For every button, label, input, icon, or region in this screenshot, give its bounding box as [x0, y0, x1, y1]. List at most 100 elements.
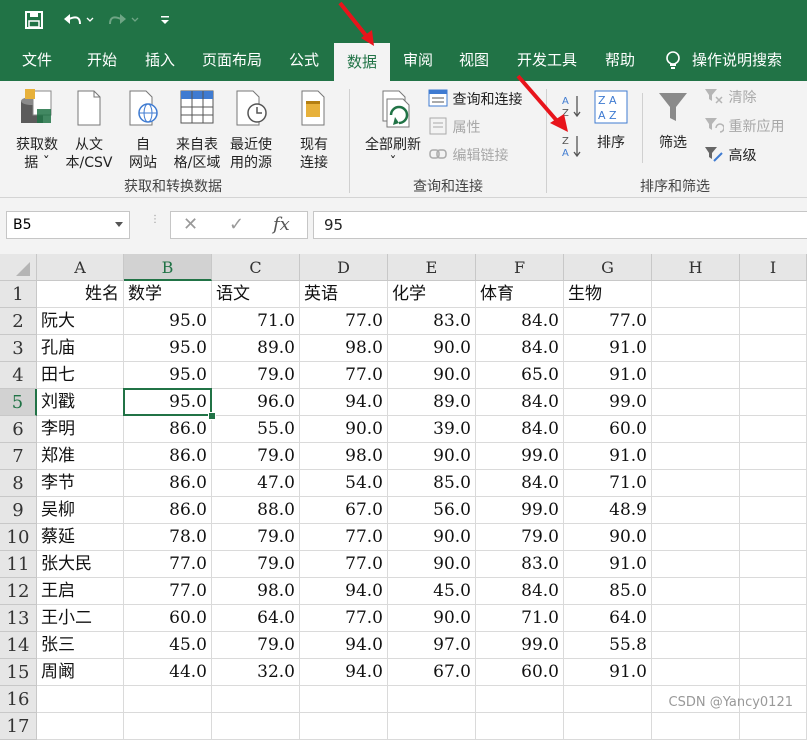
cell[interactable] — [652, 335, 740, 362]
cell[interactable] — [740, 281, 807, 308]
redo-icon[interactable] — [106, 10, 140, 34]
score-cell[interactable]: 84.0 — [476, 470, 564, 497]
name-cell[interactable]: 王小二 — [37, 605, 124, 632]
score-cell[interactable]: 91.0 — [564, 551, 652, 578]
score-cell[interactable]: 32.0 — [212, 659, 300, 686]
score-cell[interactable]: 65.0 — [476, 362, 564, 389]
cell[interactable] — [740, 443, 807, 470]
tab-file[interactable]: 文件 — [8, 40, 66, 81]
name-cell[interactable]: 张三 — [37, 632, 124, 659]
select-all-button[interactable] — [0, 254, 37, 281]
tab-data[interactable]: 数据 — [334, 43, 390, 81]
enter-icon[interactable]: ✓ — [229, 214, 244, 235]
row-header-12[interactable]: 12 — [0, 578, 37, 605]
score-cell[interactable]: 77.0 — [124, 551, 212, 578]
score-cell[interactable]: 91.0 — [564, 335, 652, 362]
score-cell[interactable]: 71.0 — [476, 605, 564, 632]
score-cell[interactable]: 54.0 — [300, 470, 388, 497]
score-cell[interactable]: 98.0 — [212, 578, 300, 605]
row-header-9[interactable]: 9 — [0, 497, 37, 524]
name-cell[interactable]: 张大民 — [37, 551, 124, 578]
filter-button[interactable]: 筛选 — [650, 89, 696, 152]
header-cell[interactable]: 数学 — [124, 281, 212, 308]
reapply-button[interactable]: 重新应用 — [704, 116, 784, 138]
score-cell[interactable]: 45.0 — [124, 632, 212, 659]
score-cell[interactable]: 86.0 — [124, 416, 212, 443]
insert-function-icon[interactable]: fx — [273, 214, 290, 235]
cell[interactable] — [652, 659, 740, 686]
score-cell[interactable]: 55.0 — [212, 416, 300, 443]
row-header-16[interactable]: 16 — [0, 686, 37, 713]
score-cell[interactable]: 77.0 — [300, 362, 388, 389]
undo-icon[interactable] — [60, 10, 94, 34]
cell[interactable] — [388, 686, 476, 713]
from-table-button[interactable]: 来自表 格/区域 — [170, 87, 224, 172]
cell[interactable] — [652, 362, 740, 389]
score-cell[interactable]: 77.0 — [300, 308, 388, 335]
header-cell[interactable]: 化学 — [388, 281, 476, 308]
column-header-d[interactable]: D — [300, 254, 388, 281]
name-cell[interactable]: 刘戳 — [37, 389, 124, 416]
score-cell[interactable]: 77.0 — [300, 605, 388, 632]
cell[interactable] — [740, 389, 807, 416]
score-cell[interactable]: 79.0 — [212, 524, 300, 551]
from-web-button[interactable]: 自 网站 — [122, 87, 164, 172]
score-cell[interactable]: 86.0 — [124, 497, 212, 524]
cell[interactable] — [564, 713, 652, 740]
score-cell[interactable]: 95.0 — [124, 335, 212, 362]
row-header-10[interactable]: 10 — [0, 524, 37, 551]
score-cell[interactable]: 60.0 — [124, 605, 212, 632]
cell[interactable] — [652, 632, 740, 659]
score-cell[interactable]: 89.0 — [388, 389, 476, 416]
score-cell[interactable]: 94.0 — [300, 632, 388, 659]
column-header-g[interactable]: G — [564, 254, 652, 281]
score-cell[interactable]: 97.0 — [388, 632, 476, 659]
name-box[interactable]: B5 — [6, 211, 130, 239]
score-cell[interactable]: 79.0 — [212, 443, 300, 470]
cell[interactable] — [652, 470, 740, 497]
score-cell[interactable]: 79.0 — [212, 551, 300, 578]
header-cell[interactable]: 英语 — [300, 281, 388, 308]
get-data-button[interactable]: 获取数 据 ˇ — [6, 87, 68, 172]
column-header-i[interactable]: I — [740, 254, 807, 281]
name-cell[interactable]: 郑准 — [37, 443, 124, 470]
existing-connections-button[interactable]: 现有 连接 — [290, 87, 338, 172]
score-cell[interactable]: 88.0 — [212, 497, 300, 524]
tell-me-search[interactable]: 操作说明搜索 — [692, 40, 796, 81]
cell[interactable] — [652, 605, 740, 632]
cell[interactable] — [740, 524, 807, 551]
cell[interactable] — [740, 335, 807, 362]
cell[interactable] — [37, 686, 124, 713]
tab-insert[interactable]: 插入 — [136, 40, 184, 81]
cancel-icon[interactable]: ✕ — [183, 214, 198, 235]
row-header-17[interactable]: 17 — [0, 713, 37, 740]
score-cell[interactable]: 91.0 — [564, 443, 652, 470]
tab-page-layout[interactable]: 页面布局 — [192, 40, 272, 81]
score-cell[interactable]: 60.0 — [564, 416, 652, 443]
refresh-all-button[interactable]: 全部刷新 ˇ — [358, 87, 428, 172]
clear-filter-button[interactable]: 清除 — [704, 87, 756, 109]
column-header-e[interactable]: E — [388, 254, 476, 281]
cell[interactable] — [564, 686, 652, 713]
score-cell[interactable]: 71.0 — [564, 470, 652, 497]
row-header-7[interactable]: 7 — [0, 443, 37, 470]
score-cell[interactable]: 45.0 — [388, 578, 476, 605]
header-cell[interactable]: 体育 — [476, 281, 564, 308]
cell[interactable] — [124, 686, 212, 713]
name-cell[interactable]: 吴柳 — [37, 497, 124, 524]
cell[interactable] — [740, 551, 807, 578]
fill-handle[interactable] — [208, 412, 216, 420]
edit-links-button[interactable]: 编辑链接 — [428, 145, 508, 167]
score-cell[interactable]: 99.0 — [476, 497, 564, 524]
score-cell[interactable]: 48.9 — [564, 497, 652, 524]
cell[interactable] — [652, 416, 740, 443]
score-cell[interactable]: 78.0 — [124, 524, 212, 551]
cell[interactable] — [124, 713, 212, 740]
advanced-filter-button[interactable]: 高级 — [704, 145, 756, 167]
tab-review[interactable]: 审阅 — [394, 40, 442, 81]
score-cell[interactable]: 98.0 — [300, 335, 388, 362]
score-cell[interactable]: 99.0 — [564, 389, 652, 416]
score-cell[interactable]: 85.0 — [564, 578, 652, 605]
cell[interactable] — [652, 713, 740, 740]
score-cell[interactable]: 89.0 — [212, 335, 300, 362]
